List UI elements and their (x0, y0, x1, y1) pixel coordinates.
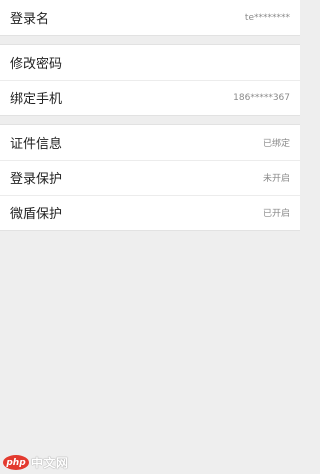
site-watermark: php 中文网 (3, 454, 69, 471)
login-name-label: 登录名 (10, 12, 50, 27)
login-name-value: te******** (244, 12, 290, 23)
security-section: 修改密码 绑定手机 186*****367 (0, 44, 300, 116)
watermark-text: 中文网 (31, 456, 69, 470)
change-password-row[interactable]: 修改密码 (0, 45, 300, 80)
id-info-label: 证件信息 (10, 137, 63, 152)
change-password-label: 修改密码 (10, 57, 63, 72)
weidun-protect-label: 微盾保护 (10, 207, 63, 222)
id-info-status: 已绑定 (262, 139, 290, 149)
login-protect-status: 未开启 (262, 174, 290, 184)
weidun-protect-status: 已开启 (262, 209, 290, 219)
bind-phone-value: 186*****367 (233, 92, 290, 103)
bind-phone-label: 绑定手机 (10, 92, 63, 107)
login-name-row[interactable]: 登录名 te******** (0, 0, 300, 35)
login-protect-label: 登录保护 (10, 172, 63, 187)
verification-section: 证件信息 已绑定 登录保护 未开启 微盾保护 已开启 (0, 124, 300, 231)
weidun-protect-row[interactable]: 微盾保护 已开启 (0, 195, 300, 230)
php-logo-badge: php (3, 455, 29, 470)
login-protect-row[interactable]: 登录保护 未开启 (0, 160, 300, 195)
bind-phone-row[interactable]: 绑定手机 186*****367 (0, 80, 300, 115)
id-info-row[interactable]: 证件信息 已绑定 (0, 125, 300, 160)
account-section: 登录名 te******** (0, 0, 300, 36)
